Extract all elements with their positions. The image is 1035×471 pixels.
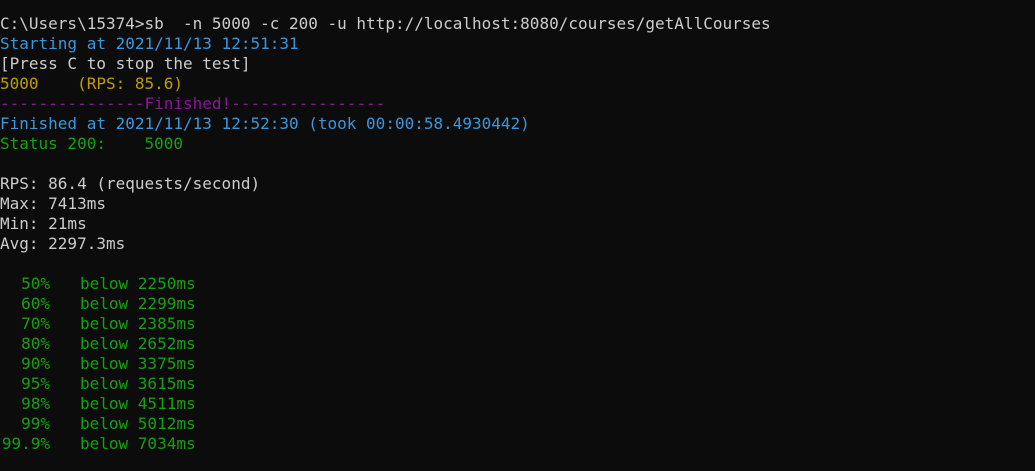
percentile-text: below 4511ms <box>80 394 196 413</box>
percentile-row: 70% below 2385ms <box>0 314 1035 334</box>
press-c-line: [Press C to stop the test] <box>0 54 251 73</box>
finished-at-line: Finished at 2021/11/13 12:52:30 (took 00… <box>0 114 530 133</box>
min-line: Min: 21ms <box>0 214 87 233</box>
percentile-text: below 2385ms <box>80 314 196 333</box>
percentile-row: 99.9% below 7034ms <box>0 434 1035 454</box>
percentile-value: 95% <box>21 374 50 393</box>
avg-line: Avg: 2297.3ms <box>0 234 126 253</box>
percentile-value: 98% <box>21 394 50 413</box>
percentile-value: 50% <box>21 274 50 293</box>
progress-line: 5000 (RPS: 85.6) <box>0 74 184 93</box>
percentile-text: below 5012ms <box>80 414 196 433</box>
percentile-text: below 3375ms <box>80 354 196 373</box>
percentile-row: 80% below 2652ms <box>0 334 1035 354</box>
rps-line: RPS: 86.4 (requests/second) <box>0 174 261 193</box>
percentile-value: 90% <box>21 354 50 373</box>
percentile-text: below 2652ms <box>80 334 196 353</box>
percentile-value: 99.9% <box>1 434 50 453</box>
starting-line: Starting at 2021/11/13 12:51:31 <box>0 34 299 53</box>
percentile-list: 50% below 2250ms 60% below 2299ms 70% below… <box>0 274 1035 454</box>
max-line: Max: 7413ms <box>0 194 106 213</box>
percentile-row: 95% below 3615ms <box>0 374 1035 394</box>
command-line: C:\Users\15374>sb -n 5000 -c 200 -u http… <box>0 14 771 33</box>
percentile-text: below 2299ms <box>80 294 196 313</box>
percentile-row: 90% below 3375ms <box>0 354 1035 374</box>
finished-banner: ---------------Finished!---------------- <box>0 94 386 113</box>
percentile-row: 98% below 4511ms <box>0 394 1035 414</box>
percentile-row: 50% below 2250ms <box>0 274 1035 294</box>
percentile-value: 70% <box>21 314 50 333</box>
status-line: Status 200: 5000 <box>0 134 184 153</box>
percentile-text: below 2250ms <box>80 274 196 293</box>
percentile-text: below 7034ms <box>80 434 196 453</box>
percentile-value: 60% <box>21 294 50 313</box>
percentile-row: 60% below 2299ms <box>0 294 1035 314</box>
percentile-value: 80% <box>21 334 50 353</box>
terminal-window[interactable]: C:\Users\15374>sb -n 5000 -c 200 -u http… <box>0 0 1035 471</box>
percentile-row: 99% below 5012ms <box>0 414 1035 434</box>
percentile-value: 99% <box>21 414 50 433</box>
percentile-text: below 3615ms <box>80 374 196 393</box>
